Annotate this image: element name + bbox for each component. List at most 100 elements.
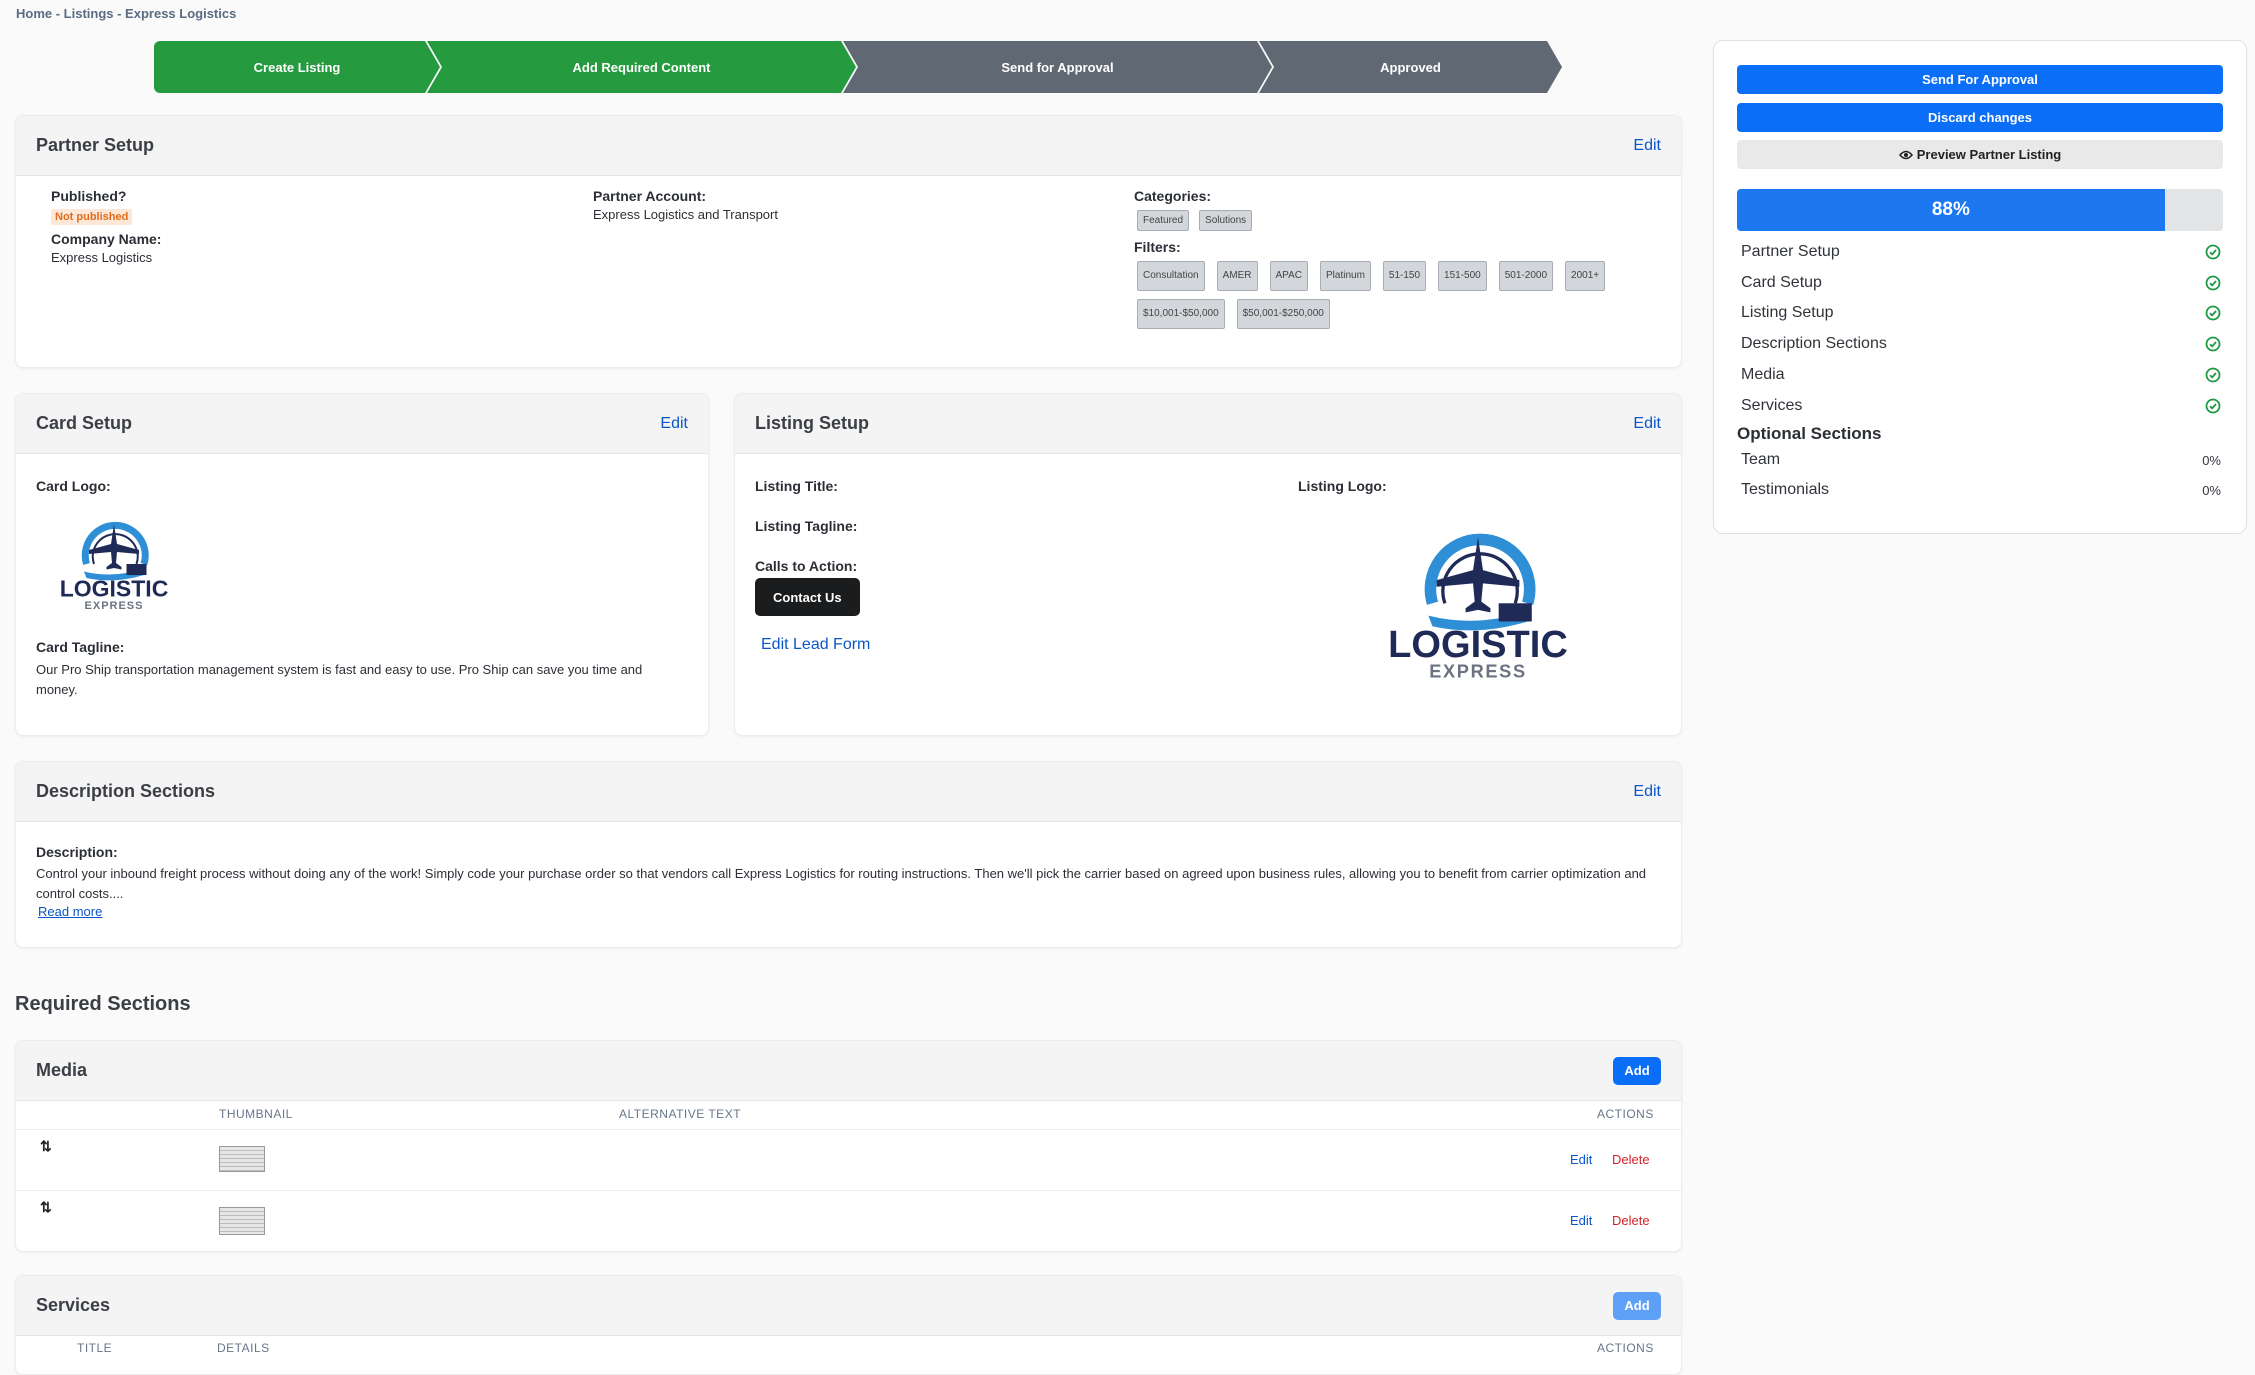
filter-tag: 2001+ <box>1565 261 1606 291</box>
filter-tag: 51-150 <box>1382 261 1427 291</box>
checklist-label: Description Sections <box>1741 335 1887 352</box>
checklist-item-media[interactable]: Media <box>1741 366 2221 384</box>
card-header: Media Add <box>16 1041 1681 1101</box>
card-tagline-label: Card Tagline: <box>36 639 125 655</box>
company-name-value: Express Logistics <box>51 250 153 265</box>
card-header: Partner Setup Edit <box>16 116 1681 176</box>
edit-card-setup-link[interactable]: Edit <box>660 415 688 433</box>
preview-label: Preview Partner Listing <box>1916 147 2062 162</box>
media-thumbnail[interactable] <box>219 1207 265 1235</box>
filter-tag: 151-500 <box>1438 261 1487 291</box>
breadcrumb[interactable]: Home - Listings - Express Logistics <box>16 6 236 21</box>
card-title: Services <box>36 1295 111 1315</box>
services-card: Services Add TITLE DETAILS ACTIONS <box>15 1275 1682 1375</box>
optional-label: Testimonials <box>1741 481 1830 498</box>
check-circle-icon <box>2205 398 2221 414</box>
check-circle-icon <box>2205 244 2221 260</box>
preview-partner-listing-button[interactable]: Preview Partner Listing <box>1737 140 2223 169</box>
step-send-for-approval: Send for Approval <box>843 41 1272 93</box>
delete-media-link[interactable]: Delete <box>1612 1213 1650 1228</box>
listing-setup-card: Listing Setup Edit Listing Title: Listin… <box>734 393 1682 736</box>
checklist-item-services[interactable]: Services <box>1741 397 2221 415</box>
step-label: Send for Approval <box>1001 59 1114 75</box>
checklist-label: Card Setup <box>1741 274 1822 291</box>
card-title: Partner Setup <box>36 135 155 155</box>
discard-changes-button[interactable]: Discard changes <box>1737 103 2223 132</box>
completion-progress-bar: 88% <box>1737 189 2223 231</box>
filter-tag: 501-2000 <box>1498 261 1554 291</box>
contact-us-button[interactable]: Contact Us <box>755 578 860 616</box>
optional-item-team[interactable]: Team 0% <box>1741 451 2221 469</box>
filter-tag: AMER <box>1216 261 1258 291</box>
card-header: Description Sections Edit <box>16 762 1681 822</box>
card-tagline-value: Our Pro Ship transportation management s… <box>36 662 643 697</box>
optional-item-testimonials[interactable]: Testimonials 0% <box>1741 481 2221 499</box>
edit-lead-form-link[interactable]: Edit Lead Form <box>761 636 870 654</box>
logo-word-secondary: EXPRESS <box>1429 662 1527 682</box>
card-logo-label: Card Logo: <box>36 478 111 494</box>
edit-description-link[interactable]: Edit <box>1633 783 1661 801</box>
card-header: Listing Setup Edit <box>735 394 1681 454</box>
card-title: Media <box>36 1060 88 1080</box>
table-row: ⇅ Edit Delete <box>16 1190 1681 1251</box>
checklist-label: Listing Setup <box>1741 304 1834 321</box>
add-media-button[interactable]: Add <box>1613 1056 1661 1085</box>
edit-media-link[interactable]: Edit <box>1570 1152 1592 1167</box>
checklist-label: Services <box>1741 397 1803 414</box>
optional-label: Team <box>1741 451 1781 468</box>
add-service-button[interactable]: Add <box>1613 1291 1661 1320</box>
logistic-express-logo: LOGISTIC EXPRESS <box>1353 504 1603 686</box>
optional-percent: 0% <box>2202 452 2221 468</box>
checklist-label: Media <box>1741 366 1785 383</box>
eye-icon <box>1898 150 1913 159</box>
categories-list: Featured Solutions <box>1134 206 1654 235</box>
logo-word-secondary: EXPRESS <box>85 600 144 612</box>
checklist-item-card-setup[interactable]: Card Setup <box>1741 274 2221 292</box>
published-label: Published? <box>51 188 127 204</box>
check-circle-icon <box>2205 305 2221 321</box>
step-label: Create Listing <box>253 59 341 75</box>
listing-tagline-label: Listing Tagline: <box>755 518 858 534</box>
delete-media-link[interactable]: Delete <box>1612 1152 1650 1167</box>
drag-handle-icon[interactable]: ⇅ <box>40 1138 52 1155</box>
card-setup-card: Card Setup Edit Card Logo: LOGISTIC EXPR… <box>15 393 709 736</box>
optional-sections-heading: Optional Sections <box>1737 424 1882 443</box>
edit-media-link[interactable]: Edit <box>1570 1213 1592 1228</box>
card-header: Services Add <box>16 1276 1681 1336</box>
media-thumbnail[interactable] <box>219 1146 265 1172</box>
filter-tag: APAC <box>1269 261 1308 291</box>
checklist-item-description-sections[interactable]: Description Sections <box>1741 335 2221 353</box>
checklist-item-listing-setup[interactable]: Listing Setup <box>1741 304 2221 322</box>
step-create-listing: Create Listing <box>154 41 440 93</box>
filters-list: Consultation AMER APAC Platinum 51-150 151-50… <box>1137 257 1637 333</box>
read-more-link[interactable]: Read more <box>38 904 102 919</box>
optional-percent: 0% <box>2202 482 2221 498</box>
status-badge: Not published <box>51 209 133 225</box>
drag-handle-icon[interactable]: ⇅ <box>40 1199 52 1216</box>
calls-to-action-label: Calls to Action: <box>755 558 858 574</box>
table-row: ⇅ Edit Delete <box>16 1129 1681 1190</box>
edit-listing-setup-link[interactable]: Edit <box>1633 415 1661 433</box>
step-label: Add Required Content <box>572 59 711 75</box>
progress-fill: 88% <box>1737 189 2165 231</box>
progress-stepper: Create Listing Add Required Content Send… <box>154 41 1562 93</box>
company-name-label: Company Name: <box>51 231 162 247</box>
column-header-details: DETAILS <box>217 1341 270 1355</box>
column-header-actions: ACTIONS <box>1597 1107 1654 1121</box>
column-header-actions: ACTIONS <box>1597 1341 1654 1355</box>
filter-tag: Consultation <box>1137 261 1205 291</box>
step-approved: Approved <box>1259 41 1562 93</box>
category-tag: Featured <box>1137 210 1190 231</box>
check-circle-icon <box>2205 275 2221 291</box>
partner-setup-card: Partner Setup Edit Published? Not publis… <box>15 115 1682 368</box>
card-title: Card Setup <box>36 413 133 433</box>
description-text: Control your inbound freight process wit… <box>36 866 1647 901</box>
edit-partner-setup-link[interactable]: Edit <box>1633 137 1661 155</box>
logo-word-primary: LOGISTIC <box>1388 624 1568 666</box>
categories-label: Categories: <box>1134 188 1212 204</box>
checklist-item-partner-setup[interactable]: Partner Setup <box>1741 243 2221 261</box>
logo-word-primary: LOGISTIC <box>60 576 169 602</box>
description-sections-card: Description Sections Edit Description: C… <box>15 761 1682 948</box>
step-add-required-content: Add Required Content <box>427 41 856 93</box>
send-for-approval-button[interactable]: Send For Approval <box>1737 65 2223 94</box>
